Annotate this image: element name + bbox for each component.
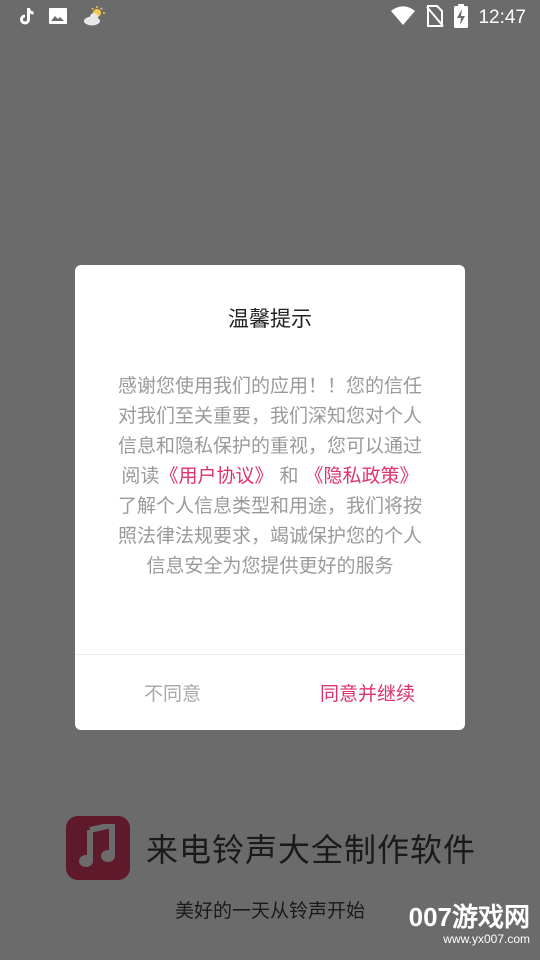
music-note-icon [78, 821, 118, 872]
status-right: 12:47 [380, 4, 526, 32]
dialog-title: 温馨提示 [228, 307, 312, 331]
site-watermark: 007游戏网 www.yx007.com [409, 902, 530, 946]
body-text-outro: 了解个人信息类型和用途，我们将按照法律法规要求，竭诚保护您的个人信息安全为您提供… [117, 495, 422, 577]
watermark-main: 007游戏网 [408, 902, 530, 932]
dialog-body: 感谢您使用我们的应用！！您的信任对我们至关重要，我们深知您对个人信息和隐私保护的… [109, 371, 431, 581]
status-left [18, 5, 122, 31]
status-bar: 12:47 [0, 0, 540, 36]
disagree-button[interactable]: 不同意 [75, 655, 270, 730]
tiktok-icon [18, 7, 34, 29]
app-name: 来电铃声大全制作软件 [146, 831, 477, 869]
watermark-url: www.yx007.com [443, 932, 530, 946]
body-text-and: 和 [273, 465, 305, 487]
app-logo [66, 816, 130, 880]
wifi-icon [390, 6, 416, 30]
privacy-dialog: 温馨提示 感谢您使用我们的应用！！您的信任对我们至关重要，我们深知您对个人信息和… [75, 265, 465, 730]
status-time: 12:47 [478, 7, 526, 28]
splash-app-brand: 来电铃声大全制作软件 [66, 816, 476, 880]
agree-continue-button[interactable]: 同意并继续 [270, 655, 465, 730]
weather-icon [82, 5, 108, 31]
privacy-policy-link[interactable]: 《隐私政策》 [305, 465, 419, 487]
image-icon [48, 7, 68, 29]
user-agreement-link[interactable]: 《用户协议》 [159, 465, 273, 487]
dialog-actions: 不同意 同意并继续 [75, 655, 465, 730]
no-sim-icon [426, 5, 445, 31]
battery-charging-icon [454, 4, 469, 32]
